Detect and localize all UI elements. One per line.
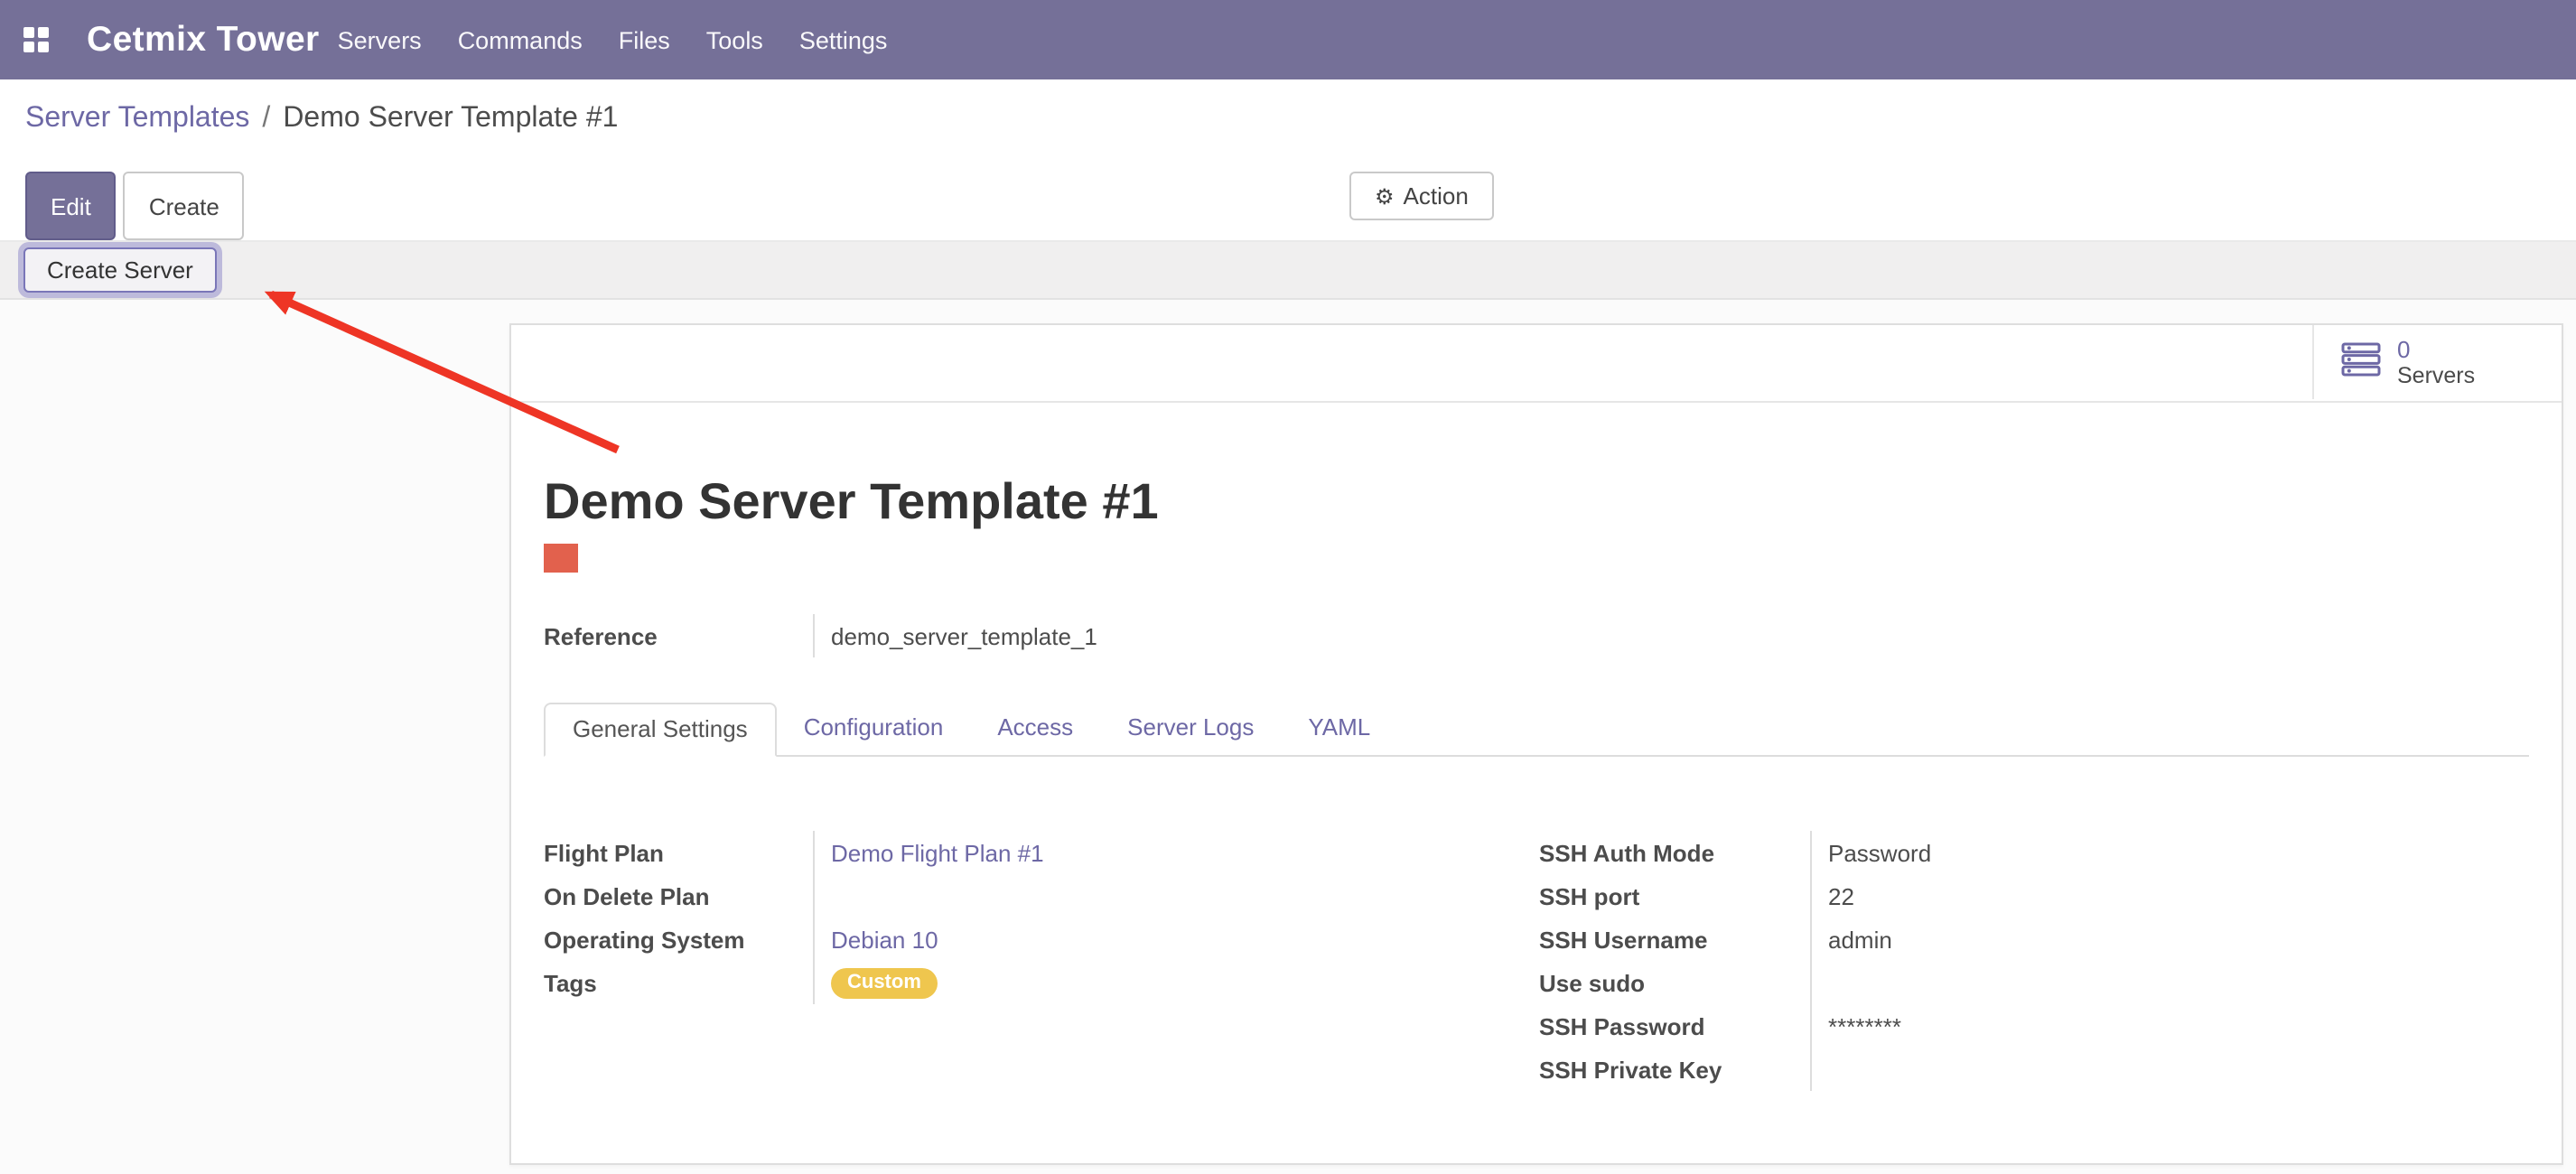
ssh-private-key-label: SSH Private Key xyxy=(1539,1056,1810,1083)
reference-label: Reference xyxy=(544,622,813,649)
nav-item-settings[interactable]: Settings xyxy=(781,26,906,53)
field-row-ssh-auth-mode: SSH Auth Mode Password xyxy=(1539,831,2529,874)
servers-stat-button[interactable]: 0 Servers xyxy=(2312,325,2562,399)
operating-system-label: Operating System xyxy=(544,926,813,953)
tags-value: Custom xyxy=(813,961,1539,1004)
apps-grid-icon[interactable] xyxy=(23,27,49,52)
breadcrumb-parent-link[interactable]: Server Templates xyxy=(25,103,249,135)
ssh-auth-mode-value: Password xyxy=(1810,831,2529,874)
breadcrumb-separator: / xyxy=(262,103,270,135)
flight-plan-link[interactable]: Demo Flight Plan #1 xyxy=(831,839,1044,866)
field-group-right: SSH Auth Mode Password SSH port 22 SSH U… xyxy=(1539,831,2529,1091)
use-sudo-value xyxy=(1810,961,2529,1004)
app-window: Cetmix Tower Servers Commands Files Tool… xyxy=(0,0,2576,1174)
field-row-on-delete-plan: On Delete Plan xyxy=(544,874,1539,918)
action-bar: Create Server xyxy=(0,240,2576,300)
stat-value: 0 xyxy=(2397,335,2410,362)
flight-plan-value: Demo Flight Plan #1 xyxy=(813,831,1539,874)
create-server-button[interactable]: Create Server xyxy=(23,247,217,293)
nav-item-files[interactable]: Files xyxy=(601,26,688,53)
app-brand[interactable]: Cetmix Tower xyxy=(87,19,320,61)
stat-text: 0 Servers xyxy=(2397,335,2475,389)
form-fields: Flight Plan Demo Flight Plan #1 On Delet… xyxy=(544,831,2529,1091)
server-stack-icon xyxy=(2339,341,2383,383)
action-button-label: Action xyxy=(1404,182,1469,210)
color-swatch xyxy=(544,544,578,573)
form-sheet: 0 Servers Demo Server Template #1 Refere… xyxy=(509,323,2563,1165)
reference-row: Reference demo_server_template_1 xyxy=(544,614,2529,657)
ssh-private-key-value xyxy=(1810,1048,2529,1091)
reference-value: demo_server_template_1 xyxy=(813,614,2529,657)
sheet-body: Demo Server Template #1 Reference demo_s… xyxy=(511,471,2562,1091)
tab-access[interactable]: Access xyxy=(970,703,1100,755)
nav-item-servers[interactable]: Servers xyxy=(320,26,440,53)
form-toolbar: Edit Create ⚙ Action xyxy=(0,159,2576,240)
top-navbar: Cetmix Tower Servers Commands Files Tool… xyxy=(0,0,2576,79)
edit-button[interactable]: Edit xyxy=(25,172,117,240)
notebook-tabs: General Settings Configuration Access Se… xyxy=(544,703,2529,757)
action-button[interactable]: ⚙ Action xyxy=(1349,172,1494,220)
tab-yaml[interactable]: YAML xyxy=(1281,703,1397,755)
field-row-use-sudo: Use sudo xyxy=(1539,961,2529,1004)
tag-custom: Custom xyxy=(831,967,938,998)
nav-item-tools[interactable]: Tools xyxy=(688,26,781,53)
tab-general-settings[interactable]: General Settings xyxy=(544,703,777,757)
ssh-password-value: ******** xyxy=(1810,1004,2529,1048)
flight-plan-label: Flight Plan xyxy=(544,839,813,866)
on-delete-plan-value xyxy=(813,874,1539,918)
breadcrumb: Server Templates / Demo Server Template … xyxy=(0,79,2576,159)
use-sudo-label: Use sudo xyxy=(1539,969,1810,996)
field-row-operating-system: Operating System Debian 10 xyxy=(544,918,1539,961)
ssh-port-value: 22 xyxy=(1810,874,2529,918)
field-row-ssh-username: SSH Username admin xyxy=(1539,918,2529,961)
field-row-flight-plan: Flight Plan Demo Flight Plan #1 xyxy=(544,831,1539,874)
ssh-port-label: SSH port xyxy=(1539,882,1810,909)
ssh-username-label: SSH Username xyxy=(1539,926,1810,953)
ssh-password-label: SSH Password xyxy=(1539,1012,1810,1039)
create-button[interactable]: Create xyxy=(124,172,245,240)
field-row-ssh-port: SSH port 22 xyxy=(1539,874,2529,918)
tab-configuration[interactable]: Configuration xyxy=(777,703,971,755)
operating-system-link[interactable]: Debian 10 xyxy=(831,926,938,953)
ssh-username-value: admin xyxy=(1810,918,2529,961)
content-area: 0 Servers Demo Server Template #1 Refere… xyxy=(0,300,2576,1174)
field-row-tags: Tags Custom xyxy=(544,961,1539,1004)
field-group-left: Flight Plan Demo Flight Plan #1 On Delet… xyxy=(544,831,1539,1091)
nav-item-commands[interactable]: Commands xyxy=(440,26,601,53)
button-box: 0 Servers xyxy=(511,325,2562,403)
field-row-ssh-password: SSH Password ******** xyxy=(1539,1004,2529,1048)
ssh-auth-mode-label: SSH Auth Mode xyxy=(1539,839,1810,866)
record-title: Demo Server Template #1 xyxy=(544,471,2529,533)
gear-icon: ⚙ xyxy=(1375,185,1395,207)
on-delete-plan-label: On Delete Plan xyxy=(544,882,813,909)
operating-system-value: Debian 10 xyxy=(813,918,1539,961)
tab-server-logs[interactable]: Server Logs xyxy=(1100,703,1281,755)
breadcrumb-current: Demo Server Template #1 xyxy=(283,103,618,135)
tags-label: Tags xyxy=(544,969,813,996)
stat-label: Servers xyxy=(2397,362,2475,389)
field-row-ssh-private-key: SSH Private Key xyxy=(1539,1048,2529,1091)
